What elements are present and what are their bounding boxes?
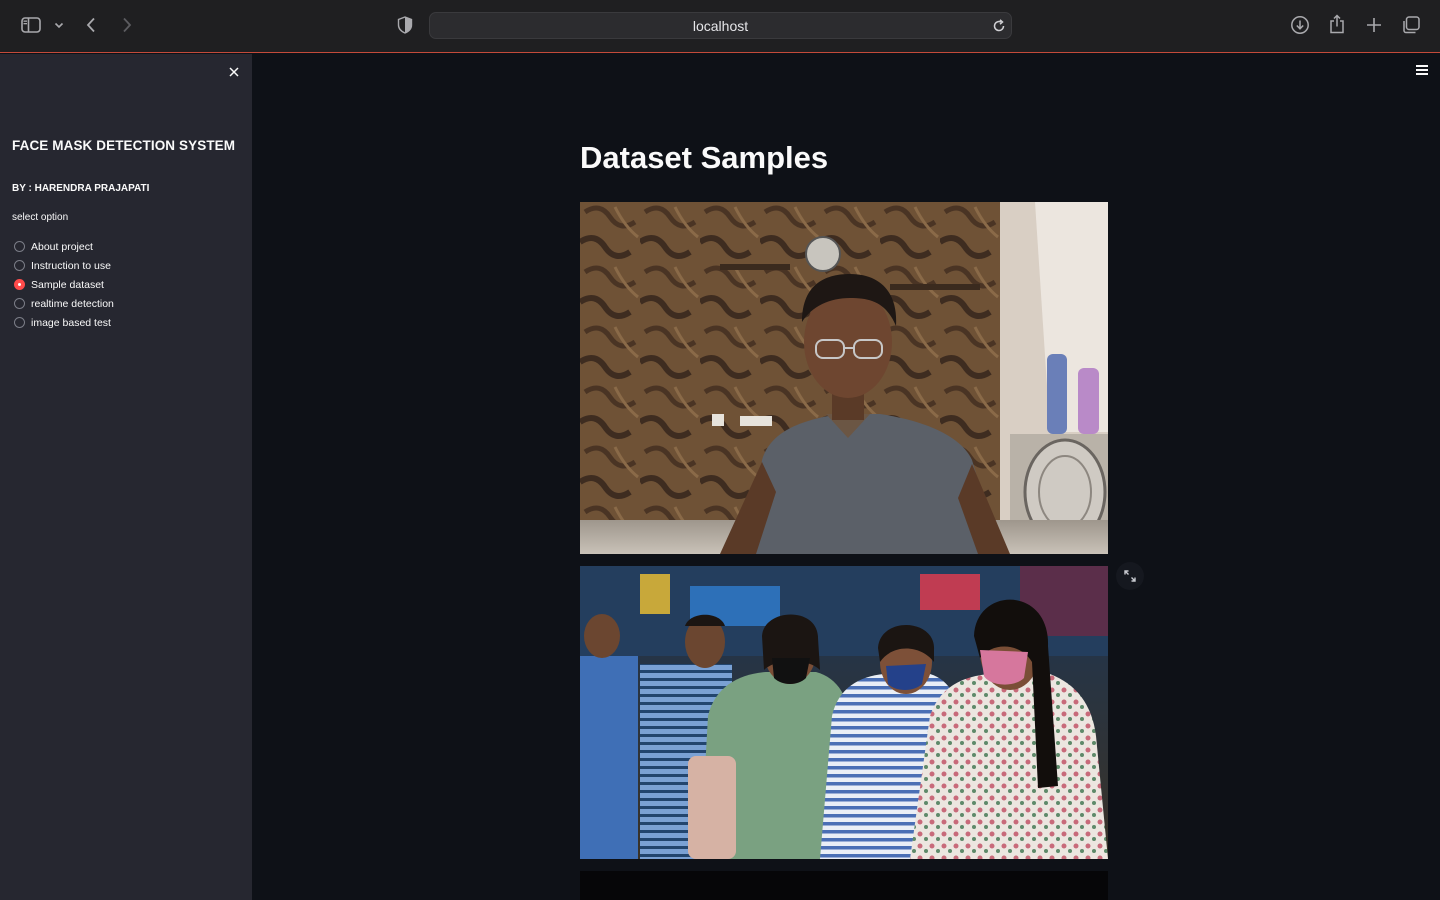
download-icon[interactable] — [1290, 15, 1310, 35]
back-arrow-icon[interactable] — [82, 14, 100, 36]
app-title: FACE MASK DETECTION SYSTEM — [12, 138, 236, 153]
close-icon[interactable] — [226, 64, 242, 80]
chevron-down-icon[interactable] — [53, 18, 65, 32]
shield-icon[interactable] — [396, 15, 414, 35]
sample-image-masked-people — [580, 566, 1108, 859]
radio-sample-dataset[interactable]: Sample dataset — [14, 275, 114, 294]
radio-circle[interactable] — [14, 298, 25, 309]
browser-toolbar: localhost — [0, 0, 1440, 53]
forward-arrow-icon[interactable] — [118, 14, 136, 36]
radio-label: Sample dataset — [31, 278, 104, 291]
author-line: BY : HARENDRA PRAJAPATI — [12, 183, 150, 194]
sample-image-unmasked-person — [580, 202, 1108, 554]
menu-icon[interactable] — [1416, 65, 1428, 75]
radio-label: realtime detection — [31, 297, 114, 310]
radio-circle[interactable] — [14, 260, 25, 271]
sample-image-partial — [580, 871, 1108, 900]
radio-instruction-to-use[interactable]: Instruction to use — [14, 256, 114, 275]
select-option-label: select option — [12, 212, 69, 223]
radio-label: About project — [31, 240, 93, 253]
page-title: Dataset Samples — [580, 140, 829, 175]
radio-image-based-test[interactable]: image based test — [14, 313, 114, 332]
url-text: localhost — [692, 17, 749, 34]
address-bar[interactable]: localhost — [429, 12, 1012, 39]
sidebar-icon[interactable] — [20, 16, 42, 34]
radio-circle[interactable] — [14, 317, 25, 328]
reload-icon[interactable] — [991, 18, 1007, 34]
radio-realtime-detection[interactable]: realtime detection — [14, 294, 114, 313]
share-icon[interactable] — [1328, 13, 1346, 35]
radio-label: Instruction to use — [31, 259, 111, 272]
main-content: Dataset Samples — [252, 54, 1440, 900]
radio-label: image based test — [31, 316, 111, 329]
sidebar: FACE MASK DETECTION SYSTEM BY : HARENDRA… — [0, 54, 252, 900]
fullscreen-icon[interactable] — [1116, 562, 1144, 590]
plus-icon[interactable] — [1364, 15, 1384, 35]
radio-about-project[interactable]: About project — [14, 237, 114, 256]
option-radio-group: About project Instruction to use Sample … — [14, 237, 114, 332]
radio-circle[interactable] — [14, 241, 25, 252]
tabs-icon[interactable] — [1401, 15, 1421, 35]
radio-circle-selected[interactable] — [14, 279, 25, 290]
